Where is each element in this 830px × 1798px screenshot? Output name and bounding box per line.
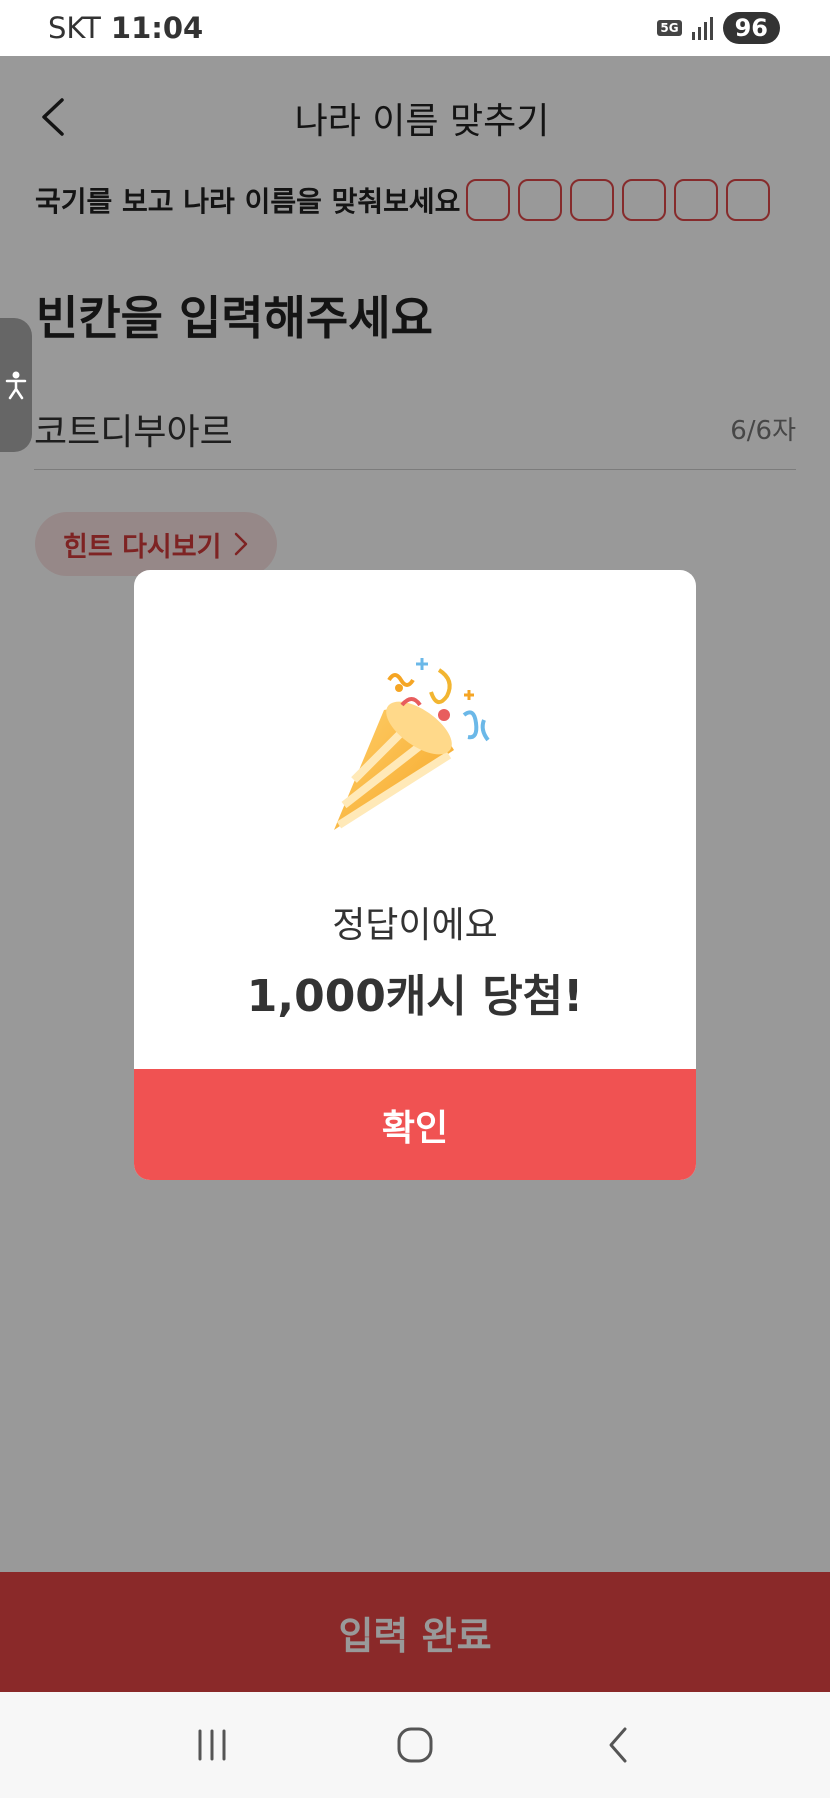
system-back-button[interactable] xyxy=(588,1715,648,1775)
confirm-button[interactable]: 확인 xyxy=(134,1069,696,1180)
status-left: SKT 11:04 xyxy=(48,11,203,45)
status-right: 5G 96 xyxy=(657,12,780,44)
signal-icon xyxy=(691,16,713,40)
battery-indicator: 96 xyxy=(722,12,780,44)
home-icon xyxy=(397,1727,433,1763)
home-button[interactable] xyxy=(385,1715,445,1775)
modal-subtitle: 정답이에요 xyxy=(332,905,498,946)
system-nav-bar xyxy=(0,1692,830,1798)
status-time: 11:04 xyxy=(110,11,204,45)
network-badge: 5G xyxy=(657,20,682,36)
modal-title: 1,000캐시 당첨! xyxy=(246,971,584,1022)
confirm-label: 확인 xyxy=(381,1106,449,1148)
recent-apps-icon xyxy=(198,1729,226,1761)
accessibility-icon xyxy=(5,371,27,400)
party-popper-icon xyxy=(334,658,490,830)
success-modal: 정답이에요 1,000캐시 당첨! 확인 xyxy=(134,570,696,1180)
back-icon xyxy=(609,1727,627,1763)
accessibility-tab[interactable] xyxy=(0,318,32,452)
status-bar: SKT 11:04 5G 96 xyxy=(0,0,830,56)
carrier-label: SKT xyxy=(48,11,101,45)
recent-apps-button[interactable] xyxy=(182,1715,242,1775)
